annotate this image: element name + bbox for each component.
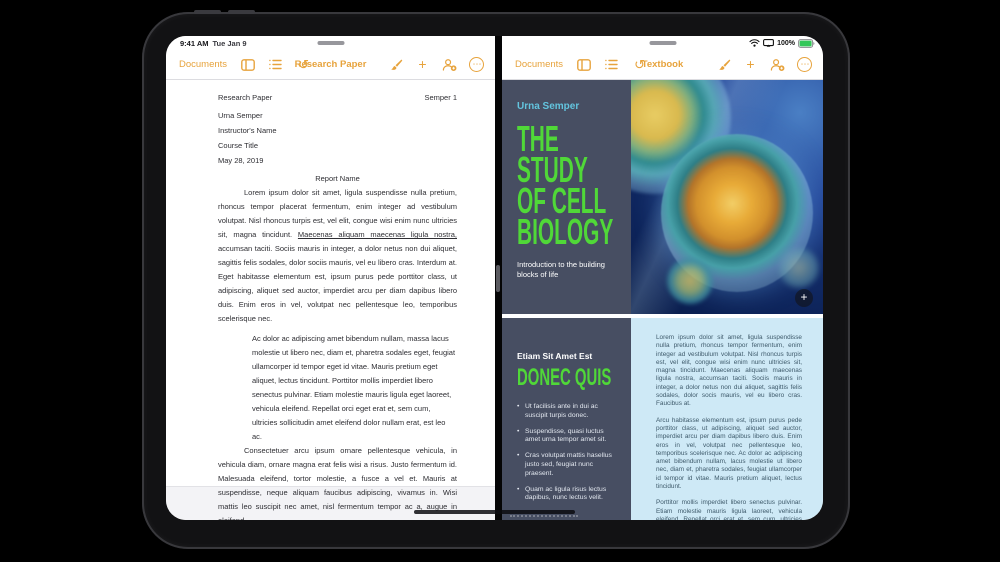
window-drag-handle[interactable]: [317, 41, 344, 45]
doc-date: May 28, 2019: [218, 156, 457, 165]
status-date: Tue Jan 9: [212, 39, 246, 48]
text-placeholder-dashes: [510, 515, 578, 517]
bullet-item: Quam ac ligula risus lectus dapibus, nun…: [517, 486, 619, 504]
cover-title-line: BIOLOGY: [517, 216, 577, 247]
body-paragraph: Porttitor mollis imperdiet libero senect…: [656, 499, 802, 520]
split-view-divider[interactable]: [495, 36, 502, 520]
block-quote: Ac dolor ac adipiscing amet bibendum nul…: [252, 332, 457, 444]
status-bar-right: 100%: [502, 36, 823, 50]
textbook-lower-section[interactable]: Etiam Sit Amet Est DONEC QUIS Ut facilis…: [502, 318, 823, 520]
documents-back-button[interactable]: Documents: [515, 59, 563, 70]
more-options-icon[interactable]: ⋯: [469, 57, 484, 72]
cover-subtitle: Introduction to the building blocks of l…: [517, 260, 609, 280]
document-canvas-right[interactable]: Urna Semper THE STUDY OF CELL BIOLOGY In…: [502, 80, 823, 520]
toolbar-right: Documents ↺ Textbook: [502, 50, 823, 80]
ipad-device-frame: 9:41 AM Tue Jan 9 Documents ↺: [142, 12, 850, 549]
bullet-item: Cras volutpat mattis hasellus justo sed,…: [517, 452, 619, 478]
more-options-icon[interactable]: ⋯: [797, 57, 812, 72]
outline-list-icon[interactable]: [604, 57, 619, 72]
collaborate-person-add-icon[interactable]: [770, 57, 785, 72]
format-brush-icon[interactable]: [716, 57, 731, 72]
documents-back-button[interactable]: Documents: [179, 59, 227, 70]
screen-mirroring-icon: [763, 39, 774, 47]
doc-course: Course Title: [218, 141, 457, 150]
collaborate-person-add-icon[interactable]: [442, 57, 457, 72]
outline-list-icon[interactable]: [268, 57, 283, 72]
document-canvas-left[interactable]: Research Paper Semper 1 Urna Semper Inst…: [166, 80, 495, 520]
document-body[interactable]: Research Paper Semper 1 Urna Semper Inst…: [218, 93, 457, 520]
cover-title: THE STUDY OF CELL BIOLOGY: [517, 123, 577, 247]
undo-icon[interactable]: ↺: [632, 57, 647, 72]
paragraph-3: Consectetuer arcu ipsum ornare pellentes…: [218, 444, 457, 520]
format-brush-icon[interactable]: [388, 57, 403, 72]
status-time: 9:41 AM: [180, 39, 208, 48]
home-indicator[interactable]: [414, 510, 575, 514]
body-text-panel[interactable]: Lorem ipsum dolor sit amet, ligula suspe…: [631, 318, 823, 520]
cell-photo[interactable]: +: [631, 80, 823, 314]
undo-icon[interactable]: ↺: [296, 57, 311, 72]
pages-window-textbook: 100% Documents: [502, 36, 823, 520]
doc-instructor: Instructor's Name: [218, 126, 457, 135]
battery-percent: 100%: [777, 40, 795, 47]
wifi-icon: [749, 39, 760, 47]
insert-plus-icon[interactable]: +: [743, 57, 758, 72]
bullet-item: Suspendisse, quasi luctus amet urna temp…: [517, 428, 619, 446]
split-view-grab-handle[interactable]: [496, 265, 500, 292]
doc-author: Urna Semper: [218, 111, 457, 120]
sidebar-toggle-icon[interactable]: [240, 57, 255, 72]
cover-author: Urna Semper: [517, 101, 621, 112]
body-paragraph: Arcu habitasse elementum est, ipsum puru…: [656, 417, 802, 492]
textbook-cover-top[interactable]: Urna Semper THE STUDY OF CELL BIOLOGY In…: [502, 80, 823, 314]
volume-up-button: [194, 10, 221, 14]
doc-header-page: Semper 1: [424, 93, 457, 102]
section-heading: DONEC QUIS: [517, 366, 580, 390]
body-paragraph: Lorem ipsum dolor sit amet, ligula suspe…: [656, 334, 802, 409]
paragraph-1-underlined: Maecenas aliquam maecenas ligula nostra,: [298, 230, 457, 239]
cover-text-column[interactable]: Urna Semper THE STUDY OF CELL BIOLOGY In…: [502, 80, 631, 314]
paragraph-1-rest: accumsan taciti. Sociis mauris in intege…: [218, 244, 457, 323]
report-title: Report Name: [218, 174, 457, 183]
status-bar-left: 9:41 AM Tue Jan 9: [166, 36, 495, 50]
cell-photo-small-cell: [667, 258, 713, 304]
battery-icon: [798, 39, 815, 48]
toolbar-left: Documents ↺ Research Paper: [166, 50, 495, 80]
image-replace-button[interactable]: +: [795, 289, 813, 307]
bullet-item: Ut facilisis ante in dui ac suscipit tur…: [517, 403, 619, 421]
paragraph-1: Lorem ipsum dolor sit amet, ligula suspe…: [218, 186, 457, 326]
section-kicker: Etiam Sit Amet Est: [517, 351, 619, 361]
marketing-stage: 9:41 AM Tue Jan 9 Documents ↺: [0, 0, 1000, 562]
cell-photo-small-cell: [779, 248, 819, 288]
pages-window-research-paper: 9:41 AM Tue Jan 9 Documents ↺: [166, 36, 495, 520]
volume-down-button: [228, 10, 255, 14]
doc-header-left: Research Paper: [218, 93, 272, 102]
ipad-screen: 9:41 AM Tue Jan 9 Documents ↺: [166, 36, 823, 520]
window-drag-handle[interactable]: [649, 41, 676, 45]
sidebar-toggle-icon[interactable]: [576, 57, 591, 72]
insert-plus-icon[interactable]: +: [415, 57, 430, 72]
bullet-list: Ut facilisis ante in dui ac suscipit tur…: [517, 403, 619, 503]
sidebar-column[interactable]: Etiam Sit Amet Est DONEC QUIS Ut facilis…: [502, 318, 631, 520]
